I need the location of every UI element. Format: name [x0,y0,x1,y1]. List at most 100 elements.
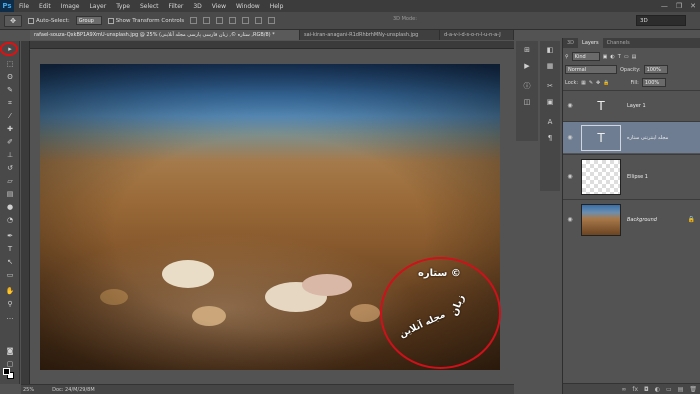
lock-pixels-icon[interactable]: ✎ [589,80,593,86]
adjustments-panel-icon[interactable]: ✂ [544,81,556,91]
blur-tool-icon[interactable]: ● [4,202,16,212]
history-panel-icon[interactable]: ⊞ [521,45,533,55]
delete-layer-icon[interactable]: 🗑 [689,386,697,393]
lock-position-icon[interactable]: ✥ [596,80,600,86]
kind-filter-dropdown[interactable]: Kind [571,52,600,61]
link-layers-icon[interactable]: ∞ [621,386,626,393]
move-tool-icon[interactable]: ▸ [4,44,16,54]
eyedropper-tool-icon[interactable]: ⁄ [4,111,16,121]
healing-brush-tool-icon[interactable]: ✚ [4,124,16,134]
distribute-icon[interactable] [268,17,276,24]
info-panel-icon[interactable]: ⓘ [521,81,533,91]
marquee-tool-icon[interactable]: ⬚ [4,59,16,69]
auto-select-check-icon[interactable] [28,17,34,24]
menu-view[interactable]: View [207,3,231,10]
layer-name[interactable]: Background [627,217,657,223]
pen-tool-icon[interactable]: ✒ [4,231,16,241]
show-transform-checkbox[interactable]: Show Transform Controls [107,17,184,24]
fill-field[interactable]: 100% [641,78,666,87]
character-panel-icon[interactable]: A [544,117,556,127]
show-transform-check-icon[interactable] [107,17,114,24]
shape-tool-icon[interactable]: ▭ [4,270,16,280]
filter-adjust-icon[interactable]: ◐ [610,54,614,60]
document-tab[interactable]: d-a-v-i-d-s-o-n-l-u-n-a-J [440,30,514,40]
align-bottom-icon[interactable] [216,17,224,24]
path-selection-tool-icon[interactable]: ↖ [4,257,16,267]
lasso-tool-icon[interactable]: ʘ [4,72,16,82]
layer-style-icon[interactable]: fx [632,386,638,393]
paragraph-panel-icon[interactable]: ¶ [544,133,556,143]
filter-type-icon[interactable]: T [618,54,621,60]
new-layer-icon[interactable]: ▤ [678,386,684,393]
menu-filter[interactable]: Filter [164,3,189,10]
document-tab[interactable]: sai-kiran-anagani-R1dRhbrhMNy-unsplash.j… [300,30,440,40]
new-group-icon[interactable]: ▭ [666,386,672,393]
align-right-icon[interactable] [255,17,263,24]
color-panel-icon[interactable]: ◧ [544,45,556,55]
auto-select-dropdown[interactable]: Group [75,16,102,25]
align-center-icon[interactable] [242,17,250,24]
eraser-tool-icon[interactable]: ▱ [4,176,16,186]
actions-panel-icon[interactable]: ▶ [521,61,533,71]
brush-tool-icon[interactable]: ✐ [4,137,16,147]
extra-tools-icon[interactable]: … [4,312,16,322]
layer-mask-icon[interactable]: ◘ [644,386,649,393]
layer-name[interactable]: Ellipse 1 [627,174,648,180]
styles-panel-icon[interactable]: ▣ [544,97,556,107]
lock-all-icon[interactable]: 🔒 [603,80,609,86]
menu-3d[interactable]: 3D [188,3,206,10]
lock-transparency-icon[interactable]: ▦ [581,80,586,86]
swatches-panel-icon[interactable]: ▦ [544,61,556,71]
close-icon[interactable]: ✕ [690,2,696,10]
menu-window[interactable]: Window [231,3,265,10]
menu-image[interactable]: Image [56,3,85,10]
auto-select-checkbox[interactable]: Auto-Select: [28,17,70,24]
tab-channels[interactable]: Channels [603,38,634,48]
visibility-eye-icon[interactable]: ◉ [565,173,575,180]
properties-panel-icon[interactable]: ◫ [521,97,533,107]
filter-smart-icon[interactable]: ▤ [632,54,637,60]
zoom-tool-icon[interactable]: ⚲ [4,299,16,309]
type-tool-icon[interactable]: T [4,244,16,254]
menu-file[interactable]: File [14,3,34,10]
visibility-eye-icon[interactable]: ◉ [565,216,575,223]
layer-row[interactable]: ◉ T Layer 1 [563,90,700,120]
dodge-tool-icon[interactable]: ◔ [4,215,16,225]
opacity-field[interactable]: 100% [643,65,668,74]
quick-select-tool-icon[interactable]: ✎ [4,85,16,95]
filter-shape-icon[interactable]: ▭ [624,54,629,60]
crop-tool-icon[interactable]: ⌗ [4,98,16,108]
layer-row[interactable]: ◉ Background 🔒 [563,199,700,239]
zoom-level[interactable]: 25% [23,387,34,393]
move-tool-preset-icon[interactable]: ✥ [4,14,22,27]
menu-type[interactable]: Type [111,3,135,10]
visibility-eye-icon[interactable]: ◉ [565,134,575,141]
layer-name[interactable]: مجله اینترنتی ستاره [627,135,668,141]
menu-select[interactable]: Select [135,3,164,10]
gradient-tool-icon[interactable]: ▤ [4,189,16,199]
hand-tool-icon[interactable]: ✋ [4,286,16,296]
clone-stamp-tool-icon[interactable]: ⊥ [4,150,16,160]
workspace-dropdown[interactable]: 3D [636,15,686,26]
layer-name[interactable]: Layer 1 [627,103,646,109]
menu-help[interactable]: Help [265,3,289,10]
tab-layers[interactable]: Layers [578,38,603,48]
align-middle-icon[interactable] [203,17,211,24]
screen-mode-icon[interactable]: ▢ [4,359,16,369]
layer-row[interactable]: ◉ Ellipse 1 [563,154,700,198]
visibility-eye-icon[interactable]: ◉ [565,102,575,109]
align-top-icon[interactable] [190,17,198,24]
align-left-icon[interactable] [229,17,237,24]
document-tab-active[interactable]: rafael-souza-QxkBP1A9XmU-unsplash.jpg @ … [30,30,300,40]
blend-mode-dropdown[interactable]: Normal [565,65,617,74]
minimize-icon[interactable]: — [661,2,668,10]
filter-pixel-icon[interactable]: ▣ [603,54,608,60]
foreground-color-swatch[interactable] [3,368,10,375]
restore-icon[interactable]: ❐ [676,2,682,10]
layer-row-selected[interactable]: ◉ T مجله اینترنتی ستاره [563,121,700,153]
tab-3d[interactable]: 3D [563,38,578,48]
history-brush-tool-icon[interactable]: ↺ [4,163,16,173]
menu-layer[interactable]: Layer [84,3,111,10]
menu-edit[interactable]: Edit [34,3,56,10]
adjustment-layer-icon[interactable]: ◐ [655,386,660,393]
